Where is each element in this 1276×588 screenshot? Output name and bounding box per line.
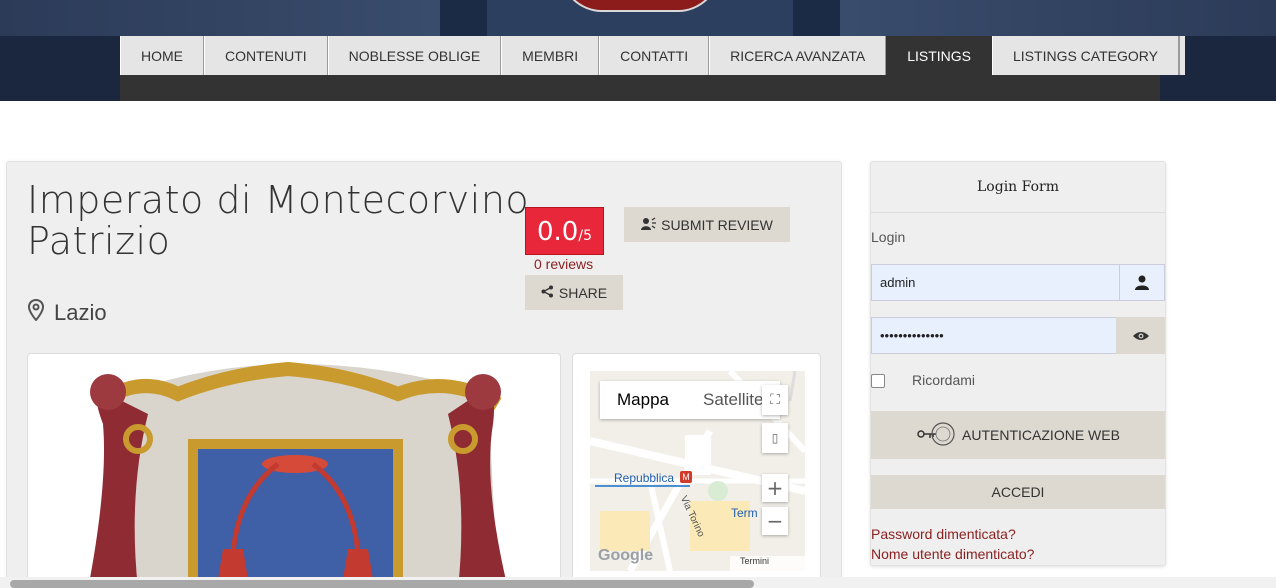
nav-end-cap	[1178, 36, 1185, 75]
web-auth-label: AUTENTICAZIONE WEB	[962, 427, 1120, 443]
web-auth-button[interactable]: AUTENTICAZIONE WEB	[871, 411, 1165, 459]
review-icon	[641, 216, 657, 233]
coat-of-arms-card	[27, 353, 561, 588]
share-icon	[541, 285, 554, 301]
forgot-password-link[interactable]: Password dimenticata?	[871, 526, 1016, 542]
nav-item-membri[interactable]: MEMBRI	[501, 36, 600, 75]
main-nav: HOME CONTENUTI NOBLESSE OBLIGE MEMBRI CO…	[120, 36, 1185, 75]
reviews-count-link[interactable]: 0 reviews	[534, 256, 593, 272]
username-input[interactable]	[871, 264, 1120, 301]
map-type-tabs: Mappa Satellite	[600, 381, 781, 419]
password-input[interactable]	[871, 317, 1117, 354]
coat-of-arms-image[interactable]	[28, 354, 561, 588]
fullscreen-icon[interactable]: ⛶	[762, 385, 788, 415]
share-label: SHARE	[558, 284, 608, 301]
banner-right	[840, 0, 1276, 36]
nav-item-noblesse-oblige[interactable]: NOBLESSE OBLIGE	[327, 36, 502, 75]
rating-value: 0.0	[537, 217, 579, 247]
zoom-out-button[interactable]: −	[762, 507, 788, 535]
submit-review-button[interactable]: SUBMIT REVIEW	[624, 207, 790, 242]
map-label-term: Term	[731, 506, 758, 520]
key-seal-icon	[916, 421, 956, 450]
zoom-in-button[interactable]: +	[762, 474, 788, 502]
map-tab-map[interactable]: Mappa	[600, 381, 686, 419]
nav-item-listings[interactable]: LISTINGS	[886, 36, 992, 75]
street-view-icon[interactable]: ▯	[762, 423, 788, 453]
submit-review-label: SUBMIT REVIEW	[661, 216, 773, 233]
forgot-username-link[interactable]: Nome utente dimenticato?	[871, 546, 1034, 562]
rating-max: /5	[578, 228, 592, 244]
location-text: Lazio	[54, 300, 107, 325]
metro-icon: M	[680, 471, 692, 483]
nav-item-ricerca-avanzata[interactable]: RICERCA AVANZATA	[709, 36, 887, 75]
map-label-station: Repubblica	[614, 471, 675, 485]
listing-title: Imperato di Montecorvino Patrizio	[27, 178, 530, 263]
google-map[interactable]: Mappa Satellite ⛶ ▯ + − Repubblica M Via…	[590, 371, 805, 571]
map-pin-icon	[27, 298, 45, 327]
google-logo: Google	[598, 547, 654, 564]
remember-label: Ricordami	[912, 372, 976, 388]
horizontal-scrollbar-thumb[interactable]	[10, 580, 754, 588]
login-label: Login	[871, 229, 906, 245]
remember-checkbox[interactable]	[871, 374, 885, 388]
rating-score: 0.0 /5	[525, 207, 604, 255]
nav-item-contenuti[interactable]: CONTENUTI	[204, 36, 328, 75]
nav-item-contatti[interactable]: CONTATTI	[599, 36, 710, 75]
user-icon	[1119, 264, 1165, 301]
map-card: Mappa Satellite ⛶ ▯ + − Repubblica M Via…	[572, 353, 821, 588]
share-button[interactable]: SHARE	[525, 275, 623, 310]
nav-item-listings-category[interactable]: LISTINGS CATEGORY	[992, 36, 1179, 75]
banner-left	[0, 0, 440, 36]
map-terms-link[interactable]: Termini	[730, 556, 805, 571]
listing-location: Lazio	[27, 298, 107, 327]
login-form-title: Login Form	[871, 161, 1165, 213]
nav-item-home[interactable]: HOME	[120, 36, 204, 75]
eye-icon[interactable]	[1116, 317, 1165, 354]
login-submit-button[interactable]: ACCEDI	[871, 475, 1165, 509]
